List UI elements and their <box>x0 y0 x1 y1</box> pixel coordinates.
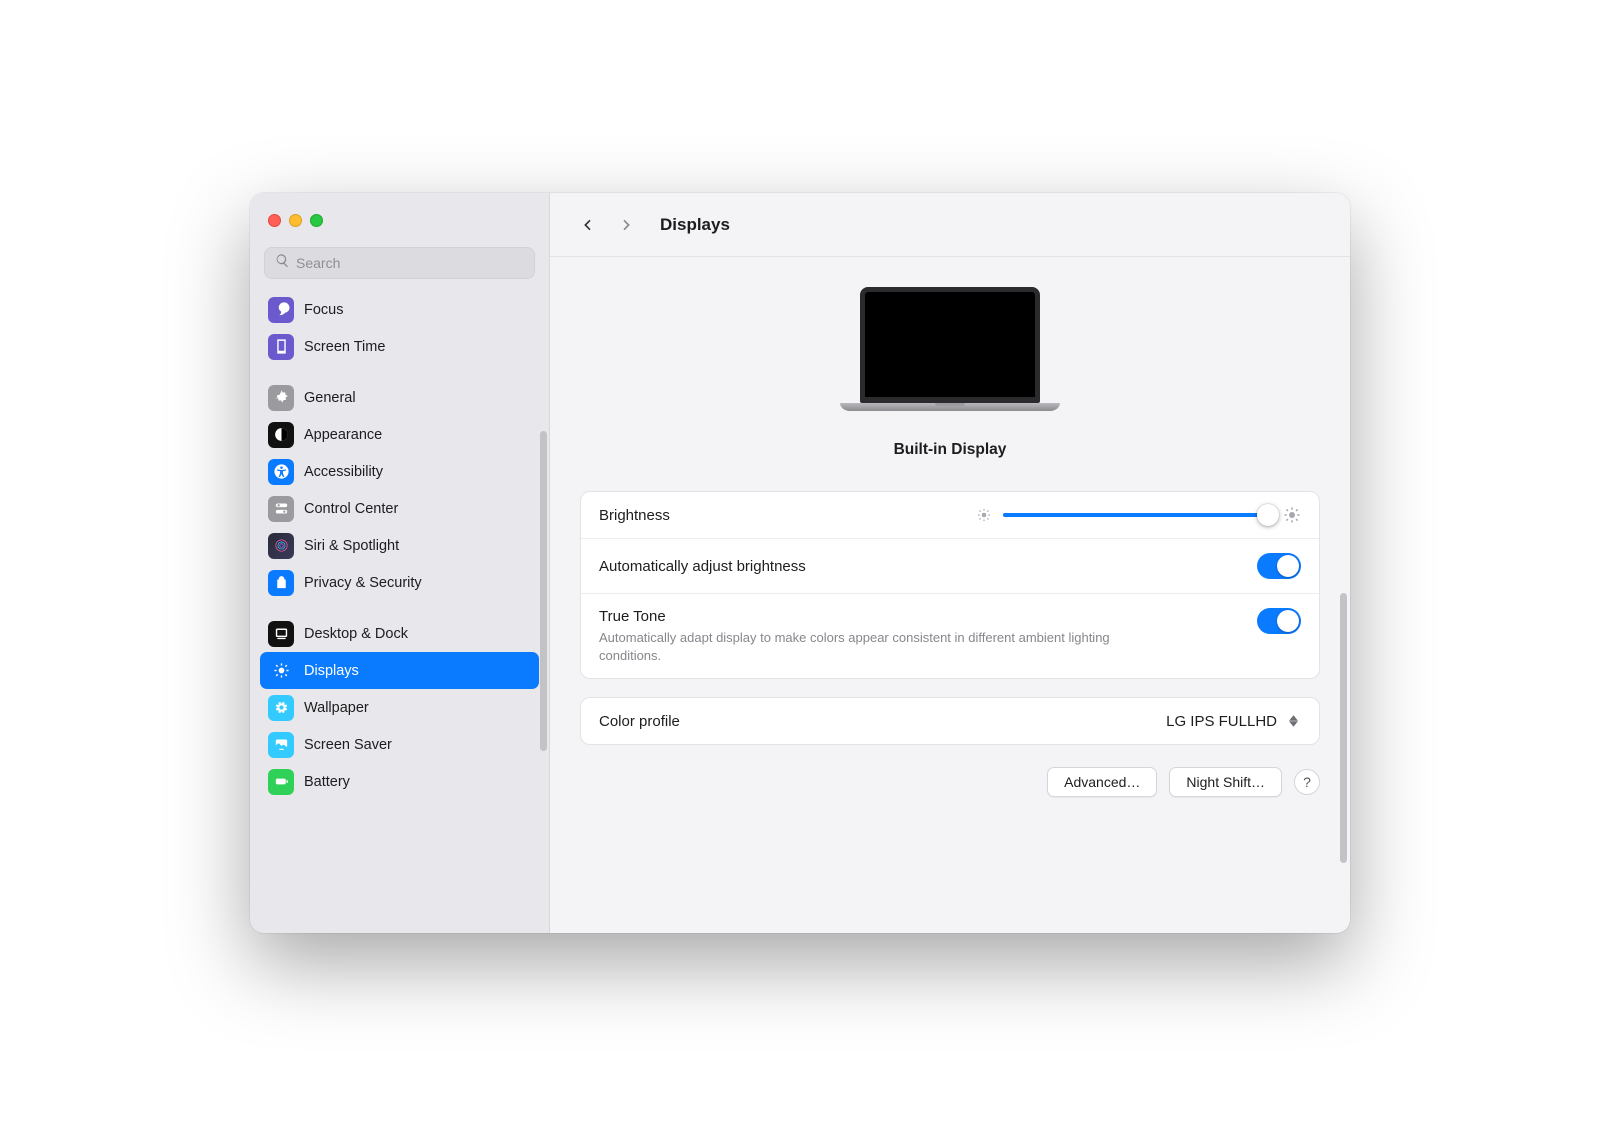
search-field[interactable] <box>264 247 535 279</box>
search-icon <box>275 253 290 273</box>
accessibility-icon <box>268 459 294 485</box>
brightness-high-icon <box>1283 506 1301 524</box>
sidebar-item-label: Privacy & Security <box>304 575 422 591</box>
sidebar-list: Focus Screen Time General <box>250 291 549 800</box>
brightness-row: Brightness <box>581 492 1319 538</box>
night-shift-button[interactable]: Night Shift… <box>1169 767 1282 797</box>
true-tone-row: True Tone Automatically adapt display to… <box>581 593 1319 678</box>
sidebar-item-label: Screen Saver <box>304 737 392 753</box>
sidebar-item-label: Desktop & Dock <box>304 626 408 642</box>
sidebar-item-displays[interactable]: Displays <box>260 652 539 689</box>
siri-icon <box>268 533 294 559</box>
brightness-low-icon <box>975 506 993 524</box>
content-header: Displays <box>550 193 1350 257</box>
sidebar-scrollbar[interactable] <box>540 431 547 751</box>
focus-icon <box>268 297 294 323</box>
appearance-icon <box>268 422 294 448</box>
color-profile-popup[interactable]: LG IPS FULLHD <box>1166 712 1301 730</box>
sidebar-item-privacy[interactable]: Privacy & Security <box>260 564 539 601</box>
auto-brightness-label: Automatically adjust brightness <box>599 558 1257 575</box>
sidebar-item-label: Wallpaper <box>304 700 369 716</box>
sidebar-item-control-center[interactable]: Control Center <box>260 490 539 527</box>
chevron-updown-icon <box>1285 712 1301 730</box>
sidebar-item-label: Screen Time <box>304 339 385 355</box>
laptop-illustration <box>840 287 1060 427</box>
sidebar-item-accessibility[interactable]: Accessibility <box>260 453 539 490</box>
sidebar-item-label: Accessibility <box>304 464 383 480</box>
desktop-icon <box>268 621 294 647</box>
sidebar-item-general[interactable]: General <box>260 379 539 416</box>
auto-brightness-row: Automatically adjust brightness <box>581 538 1319 593</box>
advanced-button[interactable]: Advanced… <box>1047 767 1157 797</box>
true-tone-label: True Tone <box>599 608 1257 625</box>
sidebar-item-desktop-dock[interactable]: Desktop & Dock <box>260 615 539 652</box>
nav-back-button[interactable] <box>574 211 602 239</box>
footer-buttons: Advanced… Night Shift… ? <box>580 767 1320 797</box>
sidebar-item-screen-saver[interactable]: Screen Saver <box>260 726 539 763</box>
control-center-icon <box>268 496 294 522</box>
window-controls <box>250 193 549 247</box>
nav-forward-button[interactable] <box>612 211 640 239</box>
sidebar-item-siri[interactable]: Siri & Spotlight <box>260 527 539 564</box>
content-pane: Displays Built-in Display Brightness <box>550 193 1350 933</box>
brightness-slider[interactable] <box>1003 513 1273 517</box>
sidebar: Focus Screen Time General <box>250 193 550 933</box>
sidebar-item-wallpaper[interactable]: Wallpaper <box>260 689 539 726</box>
sidebar-item-label: Focus <box>304 302 344 318</box>
color-profile-value: LG IPS FULLHD <box>1166 713 1277 730</box>
true-tone-toggle[interactable] <box>1257 608 1301 634</box>
color-profile-label: Color profile <box>599 713 1166 730</box>
screentime-icon <box>268 334 294 360</box>
display-preview: Built-in Display <box>580 257 1320 481</box>
true-tone-description: Automatically adapt display to make colo… <box>599 629 1159 664</box>
sidebar-item-battery[interactable]: Battery <box>260 763 539 800</box>
display-name-label: Built-in Display <box>894 441 1007 459</box>
help-button[interactable]: ? <box>1294 769 1320 795</box>
content-scrollbar[interactable] <box>1340 593 1347 863</box>
battery-icon <box>268 769 294 795</box>
sidebar-item-label: Battery <box>304 774 350 790</box>
sidebar-item-label: Siri & Spotlight <box>304 538 399 554</box>
privacy-icon <box>268 570 294 596</box>
wallpaper-icon <box>268 695 294 721</box>
general-icon <box>268 385 294 411</box>
sidebar-item-focus[interactable]: Focus <box>260 291 539 328</box>
sidebar-item-label: Displays <box>304 663 359 679</box>
search-input[interactable] <box>296 255 524 271</box>
brightness-settings-group: Brightness <box>580 491 1320 679</box>
sidebar-item-appearance[interactable]: Appearance <box>260 416 539 453</box>
color-profile-row: Color profile LG IPS FULLHD <box>581 698 1319 744</box>
system-settings-window: Focus Screen Time General <box>250 193 1350 933</box>
screensaver-icon <box>268 732 294 758</box>
displays-icon <box>268 658 294 684</box>
fullscreen-window-button[interactable] <box>310 214 323 227</box>
sidebar-item-label: General <box>304 390 356 406</box>
sidebar-item-label: Control Center <box>304 501 398 517</box>
sidebar-item-label: Appearance <box>304 427 382 443</box>
page-title: Displays <box>660 215 730 235</box>
auto-brightness-toggle[interactable] <box>1257 553 1301 579</box>
close-window-button[interactable] <box>268 214 281 227</box>
sidebar-item-screen-time[interactable]: Screen Time <box>260 328 539 365</box>
brightness-label: Brightness <box>599 507 975 524</box>
minimize-window-button[interactable] <box>289 214 302 227</box>
color-profile-group: Color profile LG IPS FULLHD <box>580 697 1320 745</box>
